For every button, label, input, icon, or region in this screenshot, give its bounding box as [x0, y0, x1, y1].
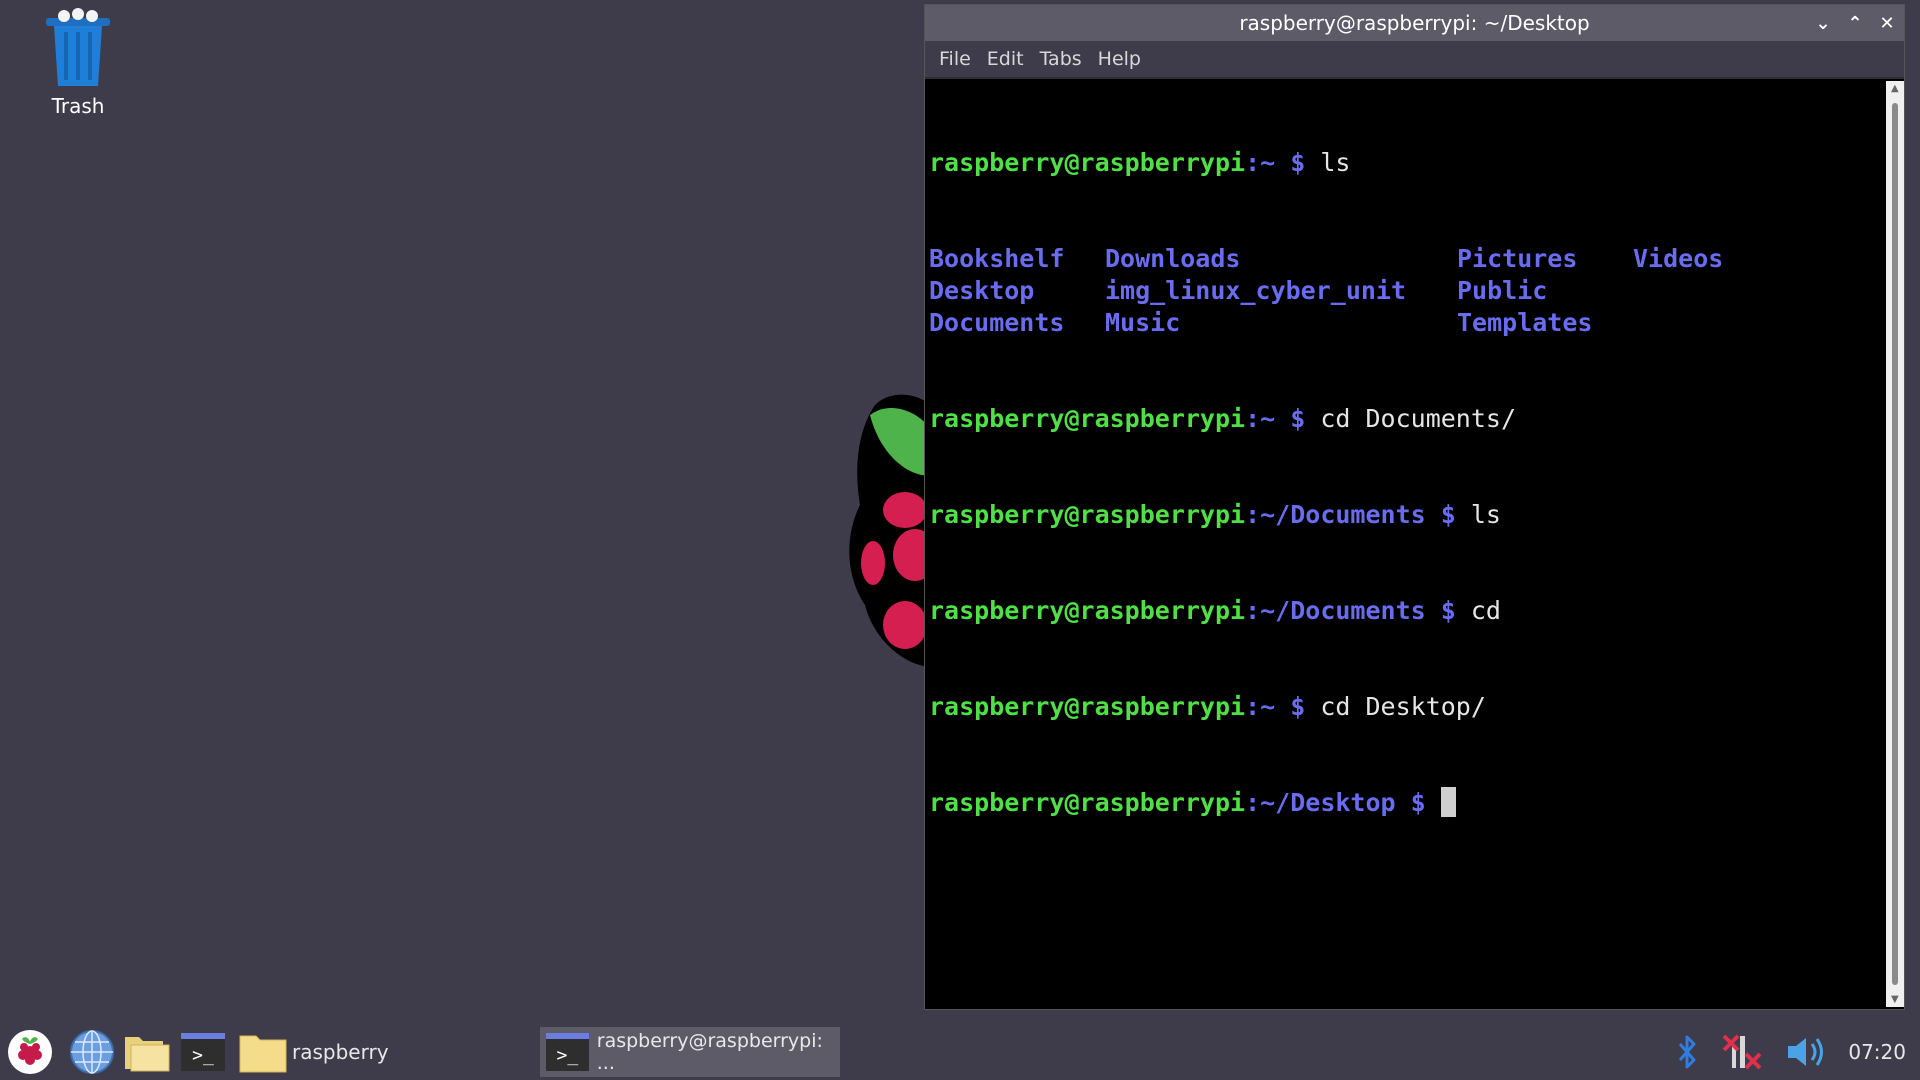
globe-icon [70, 1030, 114, 1074]
trash-desktop-icon[interactable]: Trash [30, 8, 126, 118]
minimize-button[interactable]: ⌄ [1812, 12, 1834, 34]
menu-help[interactable]: Help [1092, 44, 1147, 74]
taskbar-folder-raspberry[interactable]: raspberry [238, 1027, 389, 1077]
menu-tabs[interactable]: Tabs [1034, 44, 1088, 74]
taskbar-folder-label: raspberry [292, 1040, 389, 1064]
network-disconnected-icon[interactable] [1722, 1032, 1764, 1072]
raspberry-menu-button[interactable] [6, 1027, 54, 1077]
trash-label: Trash [51, 94, 105, 118]
ls-output: Bookshelf Downloads Pictures Videos Desk… [929, 243, 1886, 339]
scrollbar-thumb[interactable] [1892, 103, 1898, 985]
terminal-icon: >_ [181, 1033, 225, 1071]
terminal-line: raspberry@raspberrypi:~/Desktop $ [929, 787, 1886, 819]
ls-entry: Public [1457, 276, 1548, 305]
ls-entry: Music [1105, 308, 1181, 337]
ls-entry: Pictures [1457, 244, 1578, 273]
files-icon [125, 1037, 170, 1072]
ls-entry: Documents [929, 308, 1065, 337]
terminal-line: raspberry@raspberrypi:~ $ cd Desktop/ [929, 692, 1486, 721]
bluetooth-icon[interactable] [1672, 1032, 1702, 1072]
clock[interactable]: 07:20 [1848, 1040, 1906, 1064]
system-tray: 07:20 [1672, 1024, 1906, 1080]
raspberry-menu-icon [8, 1030, 52, 1074]
taskbar-task-label: raspberry@raspberrypi: ... [596, 1030, 823, 1074]
ls-entry: Videos [1633, 244, 1724, 273]
ls-entry: Templates [1457, 308, 1593, 337]
terminal-line: raspberry@raspberrypi:~/Documents $ ls [929, 500, 1501, 529]
menu-file[interactable]: File [933, 44, 977, 74]
volume-icon[interactable] [1784, 1032, 1828, 1072]
text-cursor [1440, 787, 1456, 817]
ls-entry: Downloads [1105, 244, 1241, 273]
titlebar[interactable]: raspberry@raspberrypi: ~/Desktop ⌄ ⌃ ✕ [925, 5, 1904, 41]
terminal-line: raspberry@raspberrypi:~/Documents $ cd [929, 596, 1501, 625]
vertical-scrollbar[interactable]: ▲ ▼ [1886, 81, 1904, 1007]
taskbar-terminal-task[interactable]: >_ raspberry@raspberrypi: ... [540, 1027, 840, 1077]
file-manager-launcher[interactable] [122, 1027, 172, 1077]
ls-entry [1633, 275, 1809, 307]
ls-entry: Bookshelf [929, 244, 1065, 273]
terminal-icon: >_ [546, 1033, 589, 1071]
close-button[interactable]: ✕ [1876, 12, 1898, 34]
terminal-output[interactable]: raspberry@raspberrypi:~ $ ls Bookshelf D… [927, 81, 1886, 1007]
ls-entry [1633, 307, 1809, 339]
ls-entry: img_linux_cyber_unit [1105, 276, 1407, 305]
terminal-window: raspberry@raspberrypi: ~/Desktop ⌄ ⌃ ✕ F… [924, 4, 1905, 1010]
maximize-button[interactable]: ⌃ [1844, 12, 1866, 34]
trash-icon [46, 8, 110, 86]
ls-entry: Desktop [929, 276, 1035, 305]
terminal-line: raspberry@raspberrypi:~ $ cd Documents/ [929, 404, 1517, 433]
menubar: File Edit Tabs Help [925, 41, 1904, 79]
web-browser-launcher[interactable] [68, 1027, 116, 1077]
taskbar: >_ raspberry >_ raspberry@raspberrypi: .… [0, 1024, 1920, 1080]
folder-icon [239, 1035, 287, 1073]
terminal-launcher[interactable]: >_ [178, 1027, 228, 1077]
window-title: raspberry@raspberrypi: ~/Desktop [1239, 11, 1590, 35]
terminal-line: raspberry@raspberrypi:~ $ ls [929, 148, 1351, 177]
menu-edit[interactable]: Edit [981, 44, 1030, 74]
